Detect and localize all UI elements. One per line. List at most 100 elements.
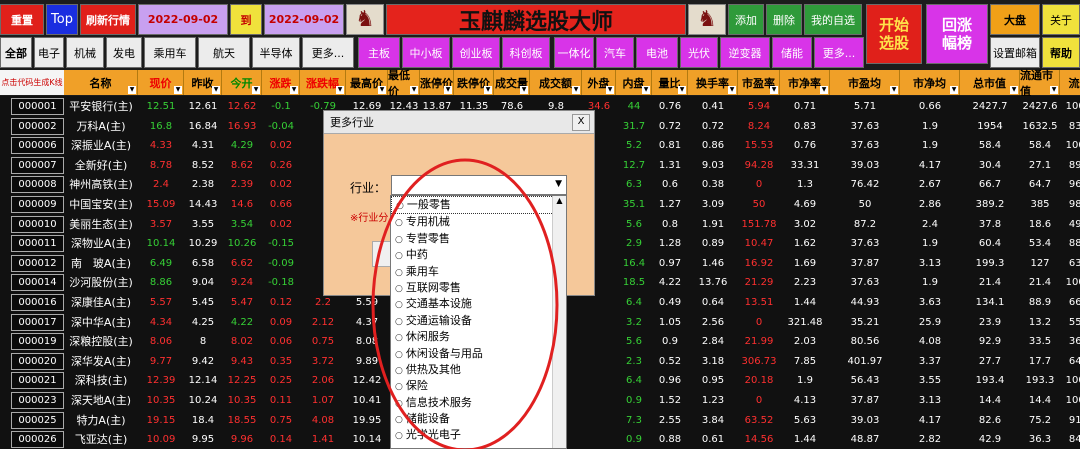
chinext-button[interactable]: 创业板 [452, 37, 500, 68]
industry-dropdown-list[interactable]: 一般零售专用机械专营零售中药乘用车互联网零售交通基本设施交通运输设备休闲服务休闲… [390, 195, 567, 449]
filter-dropdown-icon[interactable]: ▼ [252, 86, 260, 94]
filter-dropdown-icon[interactable]: ▼ [212, 86, 220, 94]
filter-dropdown-icon[interactable]: ▼ [290, 86, 298, 94]
help-button[interactable]: 帮助 [1042, 37, 1080, 68]
column-header[interactable]: 外盘 ▼ [582, 70, 616, 95]
industry-option[interactable]: 储能设备 [391, 411, 566, 427]
filter-dropdown-icon[interactable]: ▼ [1010, 86, 1018, 94]
start-date-field[interactable]: 2022-09-02 [138, 4, 228, 35]
stock-code-button[interactable]: 000012 [11, 254, 64, 272]
filter-dropdown-icon[interactable]: ▼ [820, 86, 828, 94]
column-header[interactable]: 市盈均 ▼ [830, 70, 900, 95]
industry-option[interactable]: 供热及其他 [391, 362, 566, 378]
about-button[interactable]: 关于 [1042, 4, 1080, 35]
aerospace-button[interactable]: 航天 [198, 37, 250, 68]
industry-option[interactable]: 专营零售 [391, 231, 566, 247]
filter-dropdown-icon[interactable]: ▼ [444, 86, 452, 94]
add-button[interactable]: 添加 [728, 4, 764, 35]
column-header[interactable]: 流通市值 ▼ [1020, 69, 1060, 98]
rebound-ranking-button[interactable]: 回涨 幅榜 [926, 4, 988, 64]
stock-code-button[interactable]: 000020 [11, 352, 64, 370]
pv-button[interactable]: 光伏 [680, 37, 718, 68]
stock-code-button[interactable]: 000006 [11, 137, 64, 155]
column-header[interactable]: 内盘 ▼ [616, 70, 652, 95]
filter-dropdown-icon[interactable]: ▼ [378, 86, 386, 94]
delete-button[interactable]: 删除 [766, 4, 802, 35]
stock-code-button[interactable]: 000002 [11, 117, 64, 135]
sme-board-button[interactable]: 中小板 [402, 37, 450, 68]
stock-code-button[interactable]: 000014 [11, 274, 64, 292]
refresh-quotes-button[interactable]: 刷新行情 [80, 4, 136, 35]
filter-dropdown-icon[interactable]: ▼ [484, 86, 492, 94]
battery-button[interactable]: 电池 [636, 37, 678, 68]
column-header[interactable]: 今开 ▼ [222, 70, 262, 95]
machinery-button[interactable]: 机械 [66, 37, 104, 68]
filter-dropdown-icon[interactable]: ▼ [606, 86, 614, 94]
reset-button[interactable]: 重置 [0, 4, 44, 35]
column-header[interactable]: 市净均 ▼ [900, 70, 960, 95]
filter-dropdown-icon[interactable]: ▼ [128, 86, 136, 94]
main-board-button[interactable]: 主板 [358, 37, 400, 68]
power-button[interactable]: 发电 [106, 37, 142, 68]
stock-code-button[interactable]: 000009 [11, 196, 64, 213]
industry-option[interactable]: 休闲服务 [391, 329, 566, 345]
filter-dropdown-icon[interactable]: ▼ [174, 86, 182, 94]
industry-option[interactable]: 乘用车 [391, 264, 566, 280]
stock-code-button[interactable]: 000026 [11, 431, 64, 449]
filter-dropdown-icon[interactable]: ▼ [520, 86, 528, 94]
column-header[interactable]: 涨停价 ▼ [420, 70, 454, 95]
column-header[interactable]: 最高价 ▼ [346, 70, 388, 95]
my-watchlist-button[interactable]: 我的自选 [804, 4, 862, 35]
all-button[interactable]: 全部 [0, 37, 32, 68]
stock-code-button[interactable]: 000025 [11, 411, 64, 429]
filter-dropdown-icon[interactable]: ▼ [950, 86, 958, 94]
column-header[interactable]: 昨收 ▼ [184, 70, 222, 95]
settings-mailbox-button[interactable]: 设置邮箱 [990, 37, 1040, 68]
star-market-button[interactable]: 科创板 [502, 37, 550, 68]
filter-dropdown-icon[interactable]: ▼ [678, 86, 686, 94]
close-icon[interactable]: X [572, 114, 590, 131]
column-header[interactable]: 换手率 ▼ [688, 70, 738, 95]
stock-code-button[interactable]: 000016 [11, 294, 64, 311]
industry-option[interactable]: 休闲设备与用品 [391, 346, 566, 362]
column-header[interactable]: 涨跌幅 ▼ [300, 70, 346, 95]
column-header[interactable]: 现价 ▼ [138, 70, 184, 95]
end-date-field[interactable]: 2022-09-02 [264, 4, 344, 35]
filter-dropdown-icon[interactable]: ▼ [642, 86, 650, 94]
column-header[interactable]: 最低价 ▼ [388, 69, 420, 98]
start-selection-button[interactable]: 开始 选股 [866, 4, 922, 64]
market-button[interactable]: 大盘 [990, 4, 1040, 35]
stock-code-button[interactable]: 000001 [11, 98, 64, 115]
column-header[interactable]: 总市值 ▼ [960, 70, 1020, 95]
industry-option[interactable]: 专用机械 [391, 214, 566, 230]
stock-code-button[interactable]: 000010 [11, 215, 64, 233]
inverter-button[interactable]: 逆变器 [720, 37, 770, 68]
stock-code-button[interactable]: 000023 [11, 392, 64, 409]
filter-dropdown-icon[interactable]: ▼ [728, 86, 736, 94]
filter-dropdown-icon[interactable]: ▼ [770, 86, 778, 94]
filter-dropdown-icon[interactable]: ▼ [890, 86, 898, 94]
more-industries-button[interactable]: 更多... [302, 37, 354, 68]
stock-code-button[interactable]: 000008 [11, 176, 64, 194]
stock-code-button[interactable]: 000021 [11, 372, 64, 390]
scroll-up-icon[interactable]: ▲ [553, 196, 566, 205]
storage-button[interactable]: 储能 [772, 37, 812, 68]
dropdown-scrollbar[interactable]: ▲ [552, 196, 566, 448]
column-header[interactable]: 涨跌 ▼ [262, 70, 300, 95]
stock-code-button[interactable]: 000019 [11, 333, 64, 351]
industry-option[interactable]: 一般零售 [391, 196, 566, 215]
industry-option[interactable]: 中药 [391, 247, 566, 263]
industry-option[interactable]: 信息技术服务 [391, 395, 566, 411]
top-button[interactable]: Top [46, 4, 78, 35]
stock-code-button[interactable]: 000011 [11, 235, 64, 253]
industry-option[interactable]: 互联网零售 [391, 280, 566, 296]
column-header[interactable]: 量比 ▼ [652, 70, 688, 95]
stock-code-button[interactable]: 000017 [11, 313, 64, 331]
filter-dropdown-icon[interactable]: ▼ [1050, 86, 1058, 94]
column-header[interactable]: 跌停价 ▼ [454, 70, 494, 95]
electronics-button[interactable]: 电子 [34, 37, 64, 68]
more-sectors-button[interactable]: 更多... [814, 37, 864, 68]
filter-dropdown-icon[interactable]: ▼ [572, 86, 580, 94]
column-header[interactable]: 名称 ▼ [64, 70, 138, 95]
industry-option[interactable]: 交通基本设施 [391, 296, 566, 312]
